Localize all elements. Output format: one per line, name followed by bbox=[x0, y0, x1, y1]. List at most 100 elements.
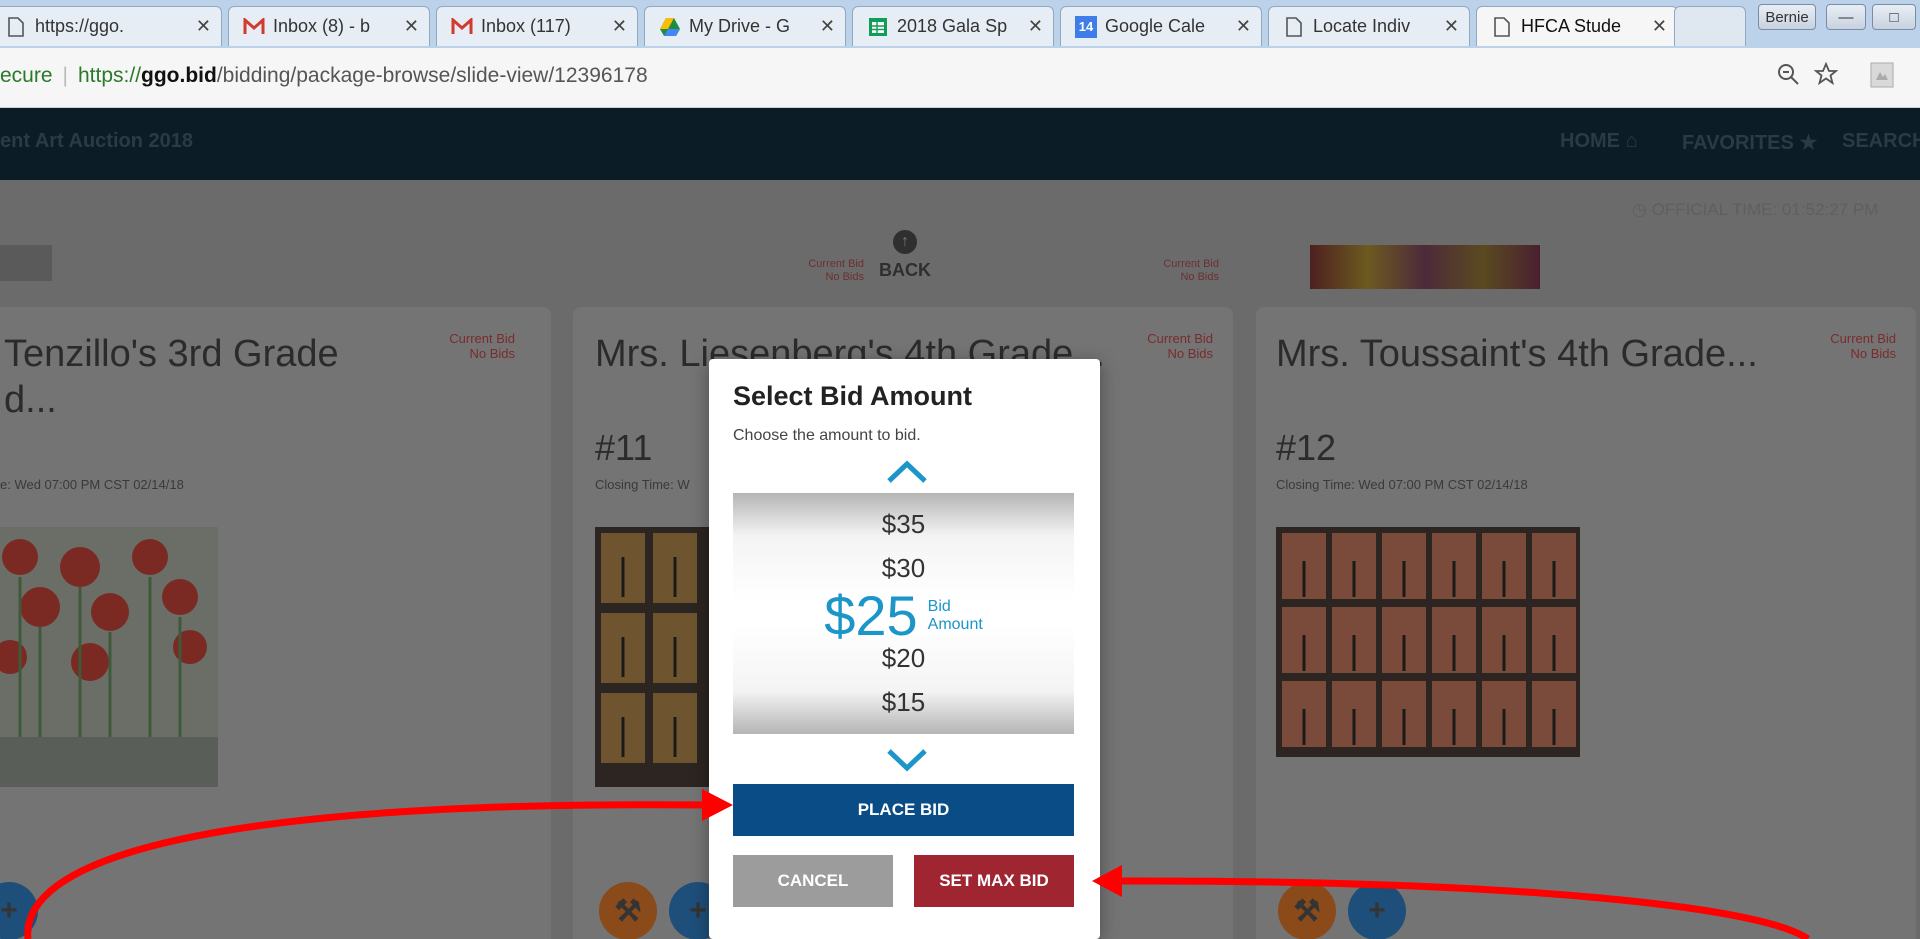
browser-tab[interactable]: 2018 Gala Sp ✕ bbox=[852, 6, 1054, 46]
browser-tab[interactable]: Inbox (117) ✕ bbox=[436, 6, 638, 46]
current-bid-label: Current Bid bbox=[1147, 331, 1213, 346]
package-image[interactable] bbox=[0, 527, 218, 787]
browser-tab[interactable]: https://ggo. ✕ bbox=[0, 6, 222, 46]
address-bar[interactable]: ecure | https://ggo.bid/bidding/package-br… bbox=[0, 48, 1920, 108]
tab-title: Inbox (117) bbox=[481, 16, 571, 36]
tab-title: Google Cale bbox=[1105, 16, 1206, 36]
bid-option[interactable]: $15 bbox=[733, 687, 1074, 718]
close-tab-icon[interactable]: ✕ bbox=[1236, 16, 1251, 37]
chevron-down-icon[interactable] bbox=[885, 745, 929, 775]
bid-option[interactable]: $30 bbox=[733, 553, 1074, 584]
bid-amount-picker[interactable]: $35 $30 $25 Bid Amount $20 $15 bbox=[733, 493, 1074, 734]
current-bid-label: Current Bid bbox=[1830, 331, 1896, 346]
ghost-current-bid-value: No Bids bbox=[1180, 271, 1219, 283]
nav-home[interactable]: HOME ⌂ bbox=[1560, 130, 1638, 153]
close-tab-icon[interactable]: ✕ bbox=[404, 16, 419, 37]
selected-bid-value: $25 bbox=[824, 584, 918, 647]
official-time: ◷ OFFICIAL TIME: 01:52:27 PM bbox=[1632, 200, 1878, 220]
package-title-line: d... bbox=[4, 379, 57, 421]
previous-item-image bbox=[0, 245, 52, 281]
package-number: #11 bbox=[595, 427, 653, 468]
new-tab-button[interactable] bbox=[1674, 6, 1746, 46]
package-title: Tenzillo's 3rd Grade d... bbox=[4, 331, 339, 423]
page-icon bbox=[1283, 16, 1305, 38]
sheets-icon bbox=[867, 16, 889, 38]
nav-home-label: HOME bbox=[1560, 130, 1620, 152]
selected-bid-caption-line: Amount bbox=[927, 615, 983, 633]
back-button[interactable]: ↑ BACK bbox=[875, 230, 935, 281]
browser-tab[interactable]: My Drive - G ✕ bbox=[644, 6, 846, 46]
nav-search[interactable]: SEARCH bbox=[1842, 130, 1920, 153]
security-label: ecure bbox=[0, 64, 53, 87]
chevron-up-icon[interactable] bbox=[885, 457, 929, 487]
nav-favorites[interactable]: FAVORITES ★ bbox=[1682, 130, 1817, 155]
package-card[interactable]: Mrs. Toussaint's 4th Grade... Current Bi… bbox=[1256, 307, 1916, 939]
select-bid-amount-dialog: Select Bid Amount Choose the amount to b… bbox=[709, 359, 1100, 939]
close-tab-icon[interactable]: ✕ bbox=[196, 16, 211, 37]
selected-bid-amount[interactable]: $25 Bid Amount bbox=[733, 583, 1074, 648]
browser-tab-active[interactable]: HFCA Stude ✕ bbox=[1476, 6, 1678, 46]
current-bid: Current Bid No Bids bbox=[430, 331, 515, 361]
set-max-bid-button[interactable]: SET MAX BID bbox=[914, 855, 1074, 907]
tab-title: Locate Indiv bbox=[1313, 16, 1411, 36]
hammer-icon[interactable]: ⚒ bbox=[1278, 882, 1336, 939]
back-label: BACK bbox=[879, 260, 931, 280]
browser-tab-strip: https://ggo. ✕ Inbox (8) - b ✕ Inbox (11… bbox=[0, 0, 1920, 48]
extension-icon[interactable] bbox=[1870, 62, 1894, 95]
selected-bid-caption-line: Bid bbox=[927, 597, 951, 615]
tab-title: 2018 Gala Sp bbox=[897, 16, 1008, 36]
add-favorite-button[interactable]: + bbox=[0, 882, 38, 939]
closing-time: Closing Time: W bbox=[595, 477, 690, 492]
tab-title: https://ggo. bbox=[35, 16, 125, 36]
package-number: #12 bbox=[1276, 427, 1337, 468]
tab-title: Inbox (8) - b bbox=[273, 16, 371, 36]
close-tab-icon[interactable]: ✕ bbox=[820, 16, 835, 37]
official-time-text: OFFICIAL TIME: 01:52:27 PM bbox=[1651, 200, 1879, 219]
add-favorite-button[interactable]: + bbox=[1348, 882, 1406, 939]
gmail-icon bbox=[243, 16, 265, 38]
place-bid-button[interactable]: PLACE BID bbox=[733, 784, 1074, 836]
maximize-icon[interactable]: □ bbox=[1872, 4, 1916, 30]
current-bid-label: Current Bid bbox=[449, 331, 515, 346]
tab-title: HFCA Stude bbox=[1521, 16, 1622, 36]
profile-button[interactable]: Bernie bbox=[1758, 4, 1816, 30]
dialog-subtitle: Choose the amount to bid. bbox=[733, 427, 921, 444]
ghost-current-bid-label: Current Bid bbox=[808, 258, 864, 270]
bid-option[interactable]: $20 bbox=[733, 643, 1074, 674]
zoom-icon[interactable] bbox=[1776, 62, 1800, 93]
bid-option[interactable]: $35 bbox=[733, 509, 1074, 540]
close-tab-icon[interactable]: ✕ bbox=[1444, 16, 1459, 37]
arrow-up-icon: ↑ bbox=[893, 230, 917, 254]
browser-tab[interactable]: Inbox (8) - b ✕ bbox=[228, 6, 430, 46]
ghost-current-bid: Current Bid No Bids bbox=[800, 258, 864, 284]
cancel-button[interactable]: CANCEL bbox=[733, 855, 893, 907]
ghost-current-bid-value: No Bids bbox=[825, 271, 864, 283]
bookmark-star-icon[interactable] bbox=[1813, 61, 1839, 93]
minimize-icon[interactable]: — bbox=[1826, 4, 1866, 30]
hammer-icon[interactable]: ⚒ bbox=[599, 882, 657, 939]
ghost-current-bid-label: Current Bid bbox=[1163, 258, 1219, 270]
browser-tab[interactable]: Locate Indiv ✕ bbox=[1268, 6, 1470, 46]
package-image[interactable] bbox=[1276, 527, 1580, 787]
current-bid-value: No Bids bbox=[1850, 346, 1896, 361]
drive-icon bbox=[659, 16, 681, 38]
clock-icon: ◷ bbox=[1632, 200, 1647, 219]
url-text[interactable]: ecure | https://ggo.bid/bidding/package-br… bbox=[0, 64, 648, 88]
ghost-current-bid: Current Bid No Bids bbox=[1155, 258, 1219, 284]
current-bid: Current Bid No Bids bbox=[1796, 331, 1896, 361]
gmail-icon bbox=[451, 16, 473, 38]
current-bid: Current Bid No Bids bbox=[1113, 331, 1213, 361]
next-item-image bbox=[1310, 245, 1540, 289]
browser-tab[interactable]: 14 Google Cale ✕ bbox=[1060, 6, 1262, 46]
calendar-icon: 14 bbox=[1075, 15, 1097, 38]
close-tab-icon[interactable]: ✕ bbox=[1028, 16, 1043, 37]
star-icon: ★ bbox=[1799, 132, 1818, 154]
site-title: ent Art Auction 2018 bbox=[0, 130, 193, 152]
site-header: ent Art Auction 2018 HOME ⌂ FAVORITES ★ … bbox=[0, 108, 1920, 180]
current-bid-value: No Bids bbox=[469, 346, 515, 361]
close-tab-icon[interactable]: ✕ bbox=[612, 16, 627, 37]
current-bid-value: No Bids bbox=[1167, 346, 1213, 361]
package-card[interactable]: Tenzillo's 3rd Grade d... Current Bid No… bbox=[0, 307, 551, 939]
close-tab-icon[interactable]: ✕ bbox=[1652, 16, 1667, 37]
tab-title: My Drive - G bbox=[689, 16, 790, 36]
